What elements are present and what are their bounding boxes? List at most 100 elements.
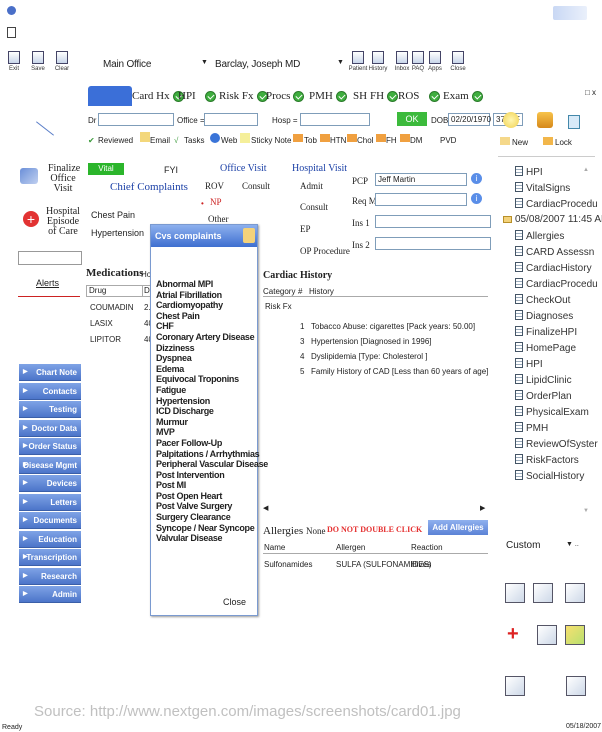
complaint-item[interactable]: Coronary Artery Disease [156,332,268,343]
spreadsheet-icon[interactable] [505,583,525,603]
email-link[interactable]: Email [150,136,170,145]
tab-sh[interactable]: SH [353,88,367,104]
location-select[interactable]: Main Office [103,59,151,70]
tree-item[interactable]: RiskFactors [515,454,579,466]
complaint-item[interactable]: Post Intervention [156,470,268,481]
complaint-item[interactable]: Dizziness [156,343,268,354]
alerts-label[interactable]: Alerts [36,278,59,288]
tree-item[interactable]: CardiacProcedu [515,198,598,210]
complaint-item[interactable]: Post MI [156,480,268,491]
tree-item[interactable]: VitalSigns [515,182,570,194]
tree-item[interactable]: PhysicalExam [515,406,589,418]
complaint-item[interactable]: Equivocal Troponins [156,374,268,385]
tree-item[interactable]: HPI [515,166,543,178]
nav-devices[interactable]: Devices [19,475,81,492]
info-icon[interactable]: i [471,173,482,184]
dm-link[interactable]: DM [410,136,422,145]
provider-select[interactable]: Barclay, Joseph MD [215,59,300,70]
tab-fh[interactable]: FH [370,88,399,104]
tree-item[interactable]: FinalizeHPI [515,326,577,338]
exit-button[interactable]: Exit [1,51,27,72]
complaint-item[interactable]: MVP [156,427,268,438]
complaint-item[interactable]: Palpitations / Arrhythmias [156,449,268,460]
panel-controls-icon[interactable]: □ x [585,88,596,97]
tob-link[interactable]: Tob [304,136,317,145]
ins1-field[interactable] [375,215,491,228]
ok-button[interactable]: OK [397,112,427,126]
medical-cross-icon[interactable]: + [507,624,525,644]
add-allergies-button[interactable]: Add Allergies [428,520,488,535]
complaint-item[interactable]: Surgery Clearance [156,512,268,523]
nav-chart-note[interactable]: Chart Note [19,364,81,381]
tree-item[interactable]: ReviewOfSyster [515,438,598,450]
np-option[interactable]: NP [210,197,222,207]
cc-item[interactable]: Hypertension [91,228,144,238]
chevron-down-icon[interactable]: ▼ .. [566,541,579,548]
med-drug[interactable]: LIPITOR [90,335,121,344]
tree-item[interactable]: PMH [515,422,548,434]
al-name[interactable]: Sulfonamides [264,560,312,569]
lock-button[interactable]: Lock [555,138,572,147]
nav-order-status[interactable]: Order Status [19,438,81,455]
al-reaction[interactable]: Hives [411,560,431,569]
calendar-icon[interactable] [568,115,580,129]
allergies-none-checkbox[interactable]: None [306,526,326,536]
tab-risk-fx[interactable]: Risk Fx [205,88,268,104]
complaint-item[interactable]: CHF [156,321,268,332]
scroll-icon[interactable] [537,625,557,645]
rov-option[interactable]: ROV [205,181,224,191]
fh-link[interactable]: FH [386,136,397,145]
complaint-item[interactable]: Abnormal MPI [156,279,268,290]
close-button[interactable]: Close [445,51,471,72]
ch-history[interactable]: Tobacco Abuse: cigarettes [Pack years: 5… [311,322,475,331]
op-procedure-option[interactable]: OP Procedure [300,246,350,256]
hospital-episode-link[interactable]: Hospital Episode of Care [46,207,80,237]
ch-col-history[interactable]: History [309,287,334,296]
ref-md-field[interactable] [375,193,467,206]
save-button[interactable]: Save [25,51,51,72]
hospital-cross-icon[interactable]: + [23,211,39,227]
document-icon[interactable] [7,27,16,38]
nav-documents[interactable]: Documents [19,512,81,529]
chevron-down-icon[interactable]: ▼ [201,59,208,66]
tree-item[interactable]: SocialHistory [515,470,584,482]
nav-letters[interactable]: Letters [19,493,81,511]
chol-link[interactable]: Chol [357,136,373,145]
complaint-item[interactable]: ICD Discharge [156,406,268,417]
info-icon[interactable]: i [471,193,482,204]
tab-exam[interactable]: Exam [429,88,483,104]
cc-item[interactable]: Chest Pain [91,210,135,220]
consult-option[interactable]: Consult [242,181,270,191]
custom-select[interactable]: Custom [506,540,540,551]
tasks-link[interactable]: Tasks [184,136,204,145]
reviewed-label[interactable]: Reviewed [98,136,133,145]
tree-item[interactable]: Diagnoses [515,310,573,322]
nav-research[interactable]: Research [19,567,81,585]
nav-transcription[interactable]: Transcription [19,549,81,566]
web-link[interactable]: Web [221,136,237,145]
complaint-item[interactable]: Chest Pain [156,311,268,322]
med-drug[interactable]: LASIX [90,319,113,328]
consult-hosp-option[interactable]: Consult [300,202,328,212]
complaint-item[interactable]: Pacer Follow-Up [156,438,268,449]
tab-card-hx[interactable]: Card Hx [132,88,184,104]
tree-item[interactable]: LipidClinic [515,374,572,386]
tab-procs[interactable]: Procs [266,88,305,104]
tree-date-node[interactable]: 05/08/2007 11:45 AM [503,214,602,225]
notes-icon[interactable] [533,583,553,603]
history-button[interactable]: History [365,51,391,72]
admit-option[interactable]: Admit [300,181,323,191]
complaint-item[interactable]: Syncope / Near Syncope [156,523,268,534]
complaint-item[interactable]: Peripheral Vascular Disease [156,459,268,470]
calendar-grid-icon[interactable] [566,676,586,696]
complaint-item[interactable]: Hypertension [156,396,268,407]
tree-item[interactable]: Allergies [515,230,564,242]
sticky-note-link[interactable]: Sticky Note [251,136,291,145]
dob-field[interactable]: 02/20/1970 [448,113,491,126]
tab-hpi[interactable]: HPI [178,88,196,104]
complaint-item[interactable]: Post Open Heart [156,491,268,502]
nav-disease-mgmt[interactable]: Disease Mgmt [19,456,81,474]
tree-item[interactable]: CardiacHistory [515,262,592,274]
htn-link[interactable]: HTN [330,136,346,145]
books-icon[interactable] [565,583,585,603]
